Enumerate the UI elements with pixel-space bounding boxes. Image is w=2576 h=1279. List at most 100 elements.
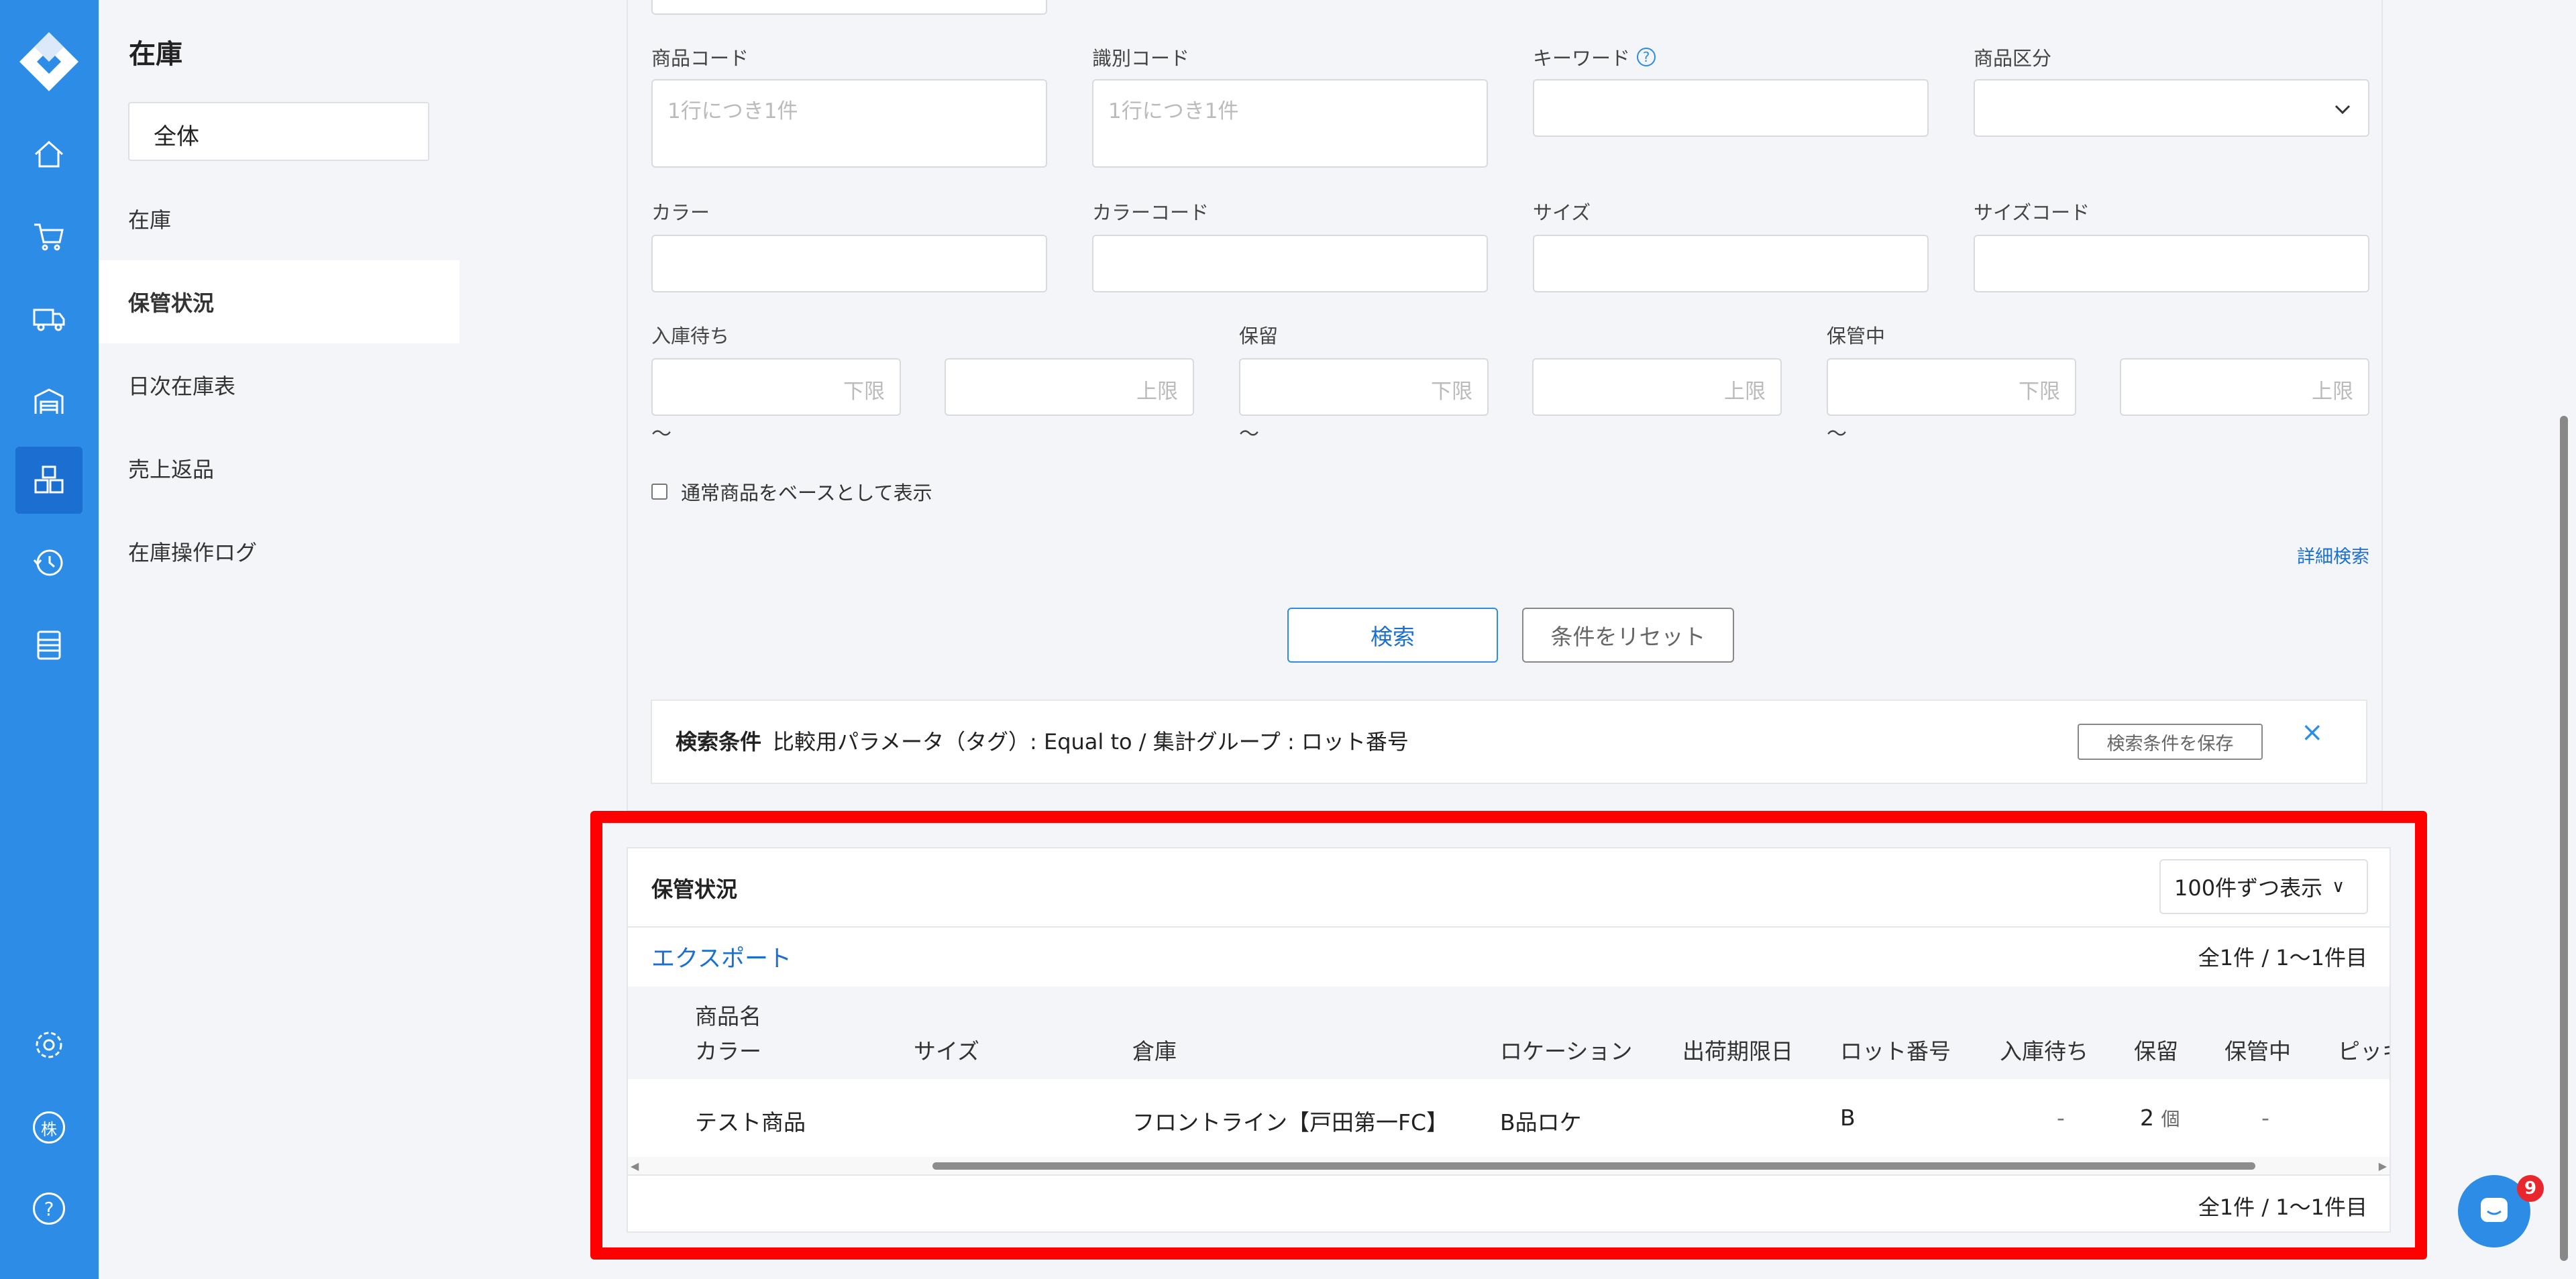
- identifier-code-textarea[interactable]: 1行につき1件: [1092, 79, 1488, 168]
- col-storing[interactable]: 保管中: [2224, 1034, 2291, 1066]
- conditions-title: 検索条件: [676, 729, 762, 755]
- results-panel: 保管状況 100件ずつ表示 ∨ エクスポート 全1件 / 1〜1件目 商品名 カ…: [627, 847, 2391, 1233]
- storing-min-input[interactable]: 下限: [1827, 358, 2076, 416]
- category-label: 商品区分: [1974, 47, 2052, 70]
- category-select[interactable]: [1974, 79, 2369, 137]
- col-size[interactable]: サイズ: [914, 1034, 979, 1066]
- col-color[interactable]: カラー: [695, 1034, 761, 1066]
- sidebar-item-sales-returns[interactable]: 売上返品: [99, 427, 460, 510]
- chat-icon: [2481, 1198, 2508, 1222]
- save-conditions-button[interactable]: 検索条件を保存: [2078, 724, 2263, 760]
- hold-tilde: 〜: [1239, 423, 1259, 446]
- base-product-checkbox-label: 通常商品をベースとして表示: [681, 482, 932, 504]
- hold-label: 保留: [1239, 325, 1279, 347]
- divider: [628, 926, 2390, 928]
- home-icon[interactable]: [15, 121, 83, 188]
- result-count-top: 全1件 / 1〜1件目: [2198, 945, 2367, 970]
- cell-lot-number: B: [1840, 1105, 1856, 1131]
- color-code-input[interactable]: [1092, 235, 1488, 292]
- help-label: ?: [33, 1192, 65, 1225]
- boxes-icon[interactable]: [15, 447, 83, 514]
- result-count-bottom: 全1件 / 1〜1件目: [2198, 1194, 2367, 1220]
- product-code-textarea[interactable]: 1行につき1件: [651, 79, 1047, 168]
- search-panel: 商品コード 1行につき1件 識別コード 1行につき1件 キーワード ? 商品区分…: [627, 0, 2383, 812]
- per-page-select[interactable]: 100件ずつ表示 ∨: [2159, 859, 2368, 914]
- horizontal-scrollbar[interactable]: ◀ ▶: [628, 1157, 2390, 1174]
- cell-location: B品ロケ: [1500, 1109, 1582, 1135]
- col-ship-deadline[interactable]: 出荷期限日: [1682, 1034, 1793, 1066]
- size-code-input[interactable]: [1974, 235, 2369, 292]
- identifier-code-label: 識別コード: [1092, 47, 1190, 70]
- color-code-label: カラーコード: [1092, 201, 1210, 224]
- col-location[interactable]: ロケーション: [1500, 1034, 1632, 1066]
- detail-search-link[interactable]: 詳細検索: [2297, 542, 2369, 568]
- per-page-label: 100件ずつ表示: [2174, 875, 2323, 901]
- icon-rail: 株 ?: [0, 0, 99, 1279]
- cell-storing: -: [2261, 1105, 2269, 1131]
- scope-select[interactable]: 全体: [128, 102, 429, 161]
- export-link[interactable]: エクスポート: [651, 940, 792, 974]
- base-product-checkbox-row[interactable]: 通常商品をベースとして表示: [651, 478, 932, 506]
- sidebar-item-storage-status[interactable]: 保管状況: [99, 260, 460, 343]
- scroll-right-icon[interactable]: ▶: [2379, 1160, 2387, 1172]
- col-awaiting[interactable]: 入庫待ち: [2000, 1034, 2088, 1066]
- table-header: 商品名 カラー サイズ 倉庫 ロケーション 出荷期限日 ロット番号 入庫待ち 保…: [628, 987, 2390, 1079]
- sidebar: 在庫 全体 在庫 保管状況 日次在庫表 売上返品 在庫操作ログ: [99, 0, 460, 1279]
- sidebar-item-operation-log[interactable]: 在庫操作ログ: [99, 510, 460, 593]
- col-picking[interactable]: ピッキ: [2338, 1034, 2390, 1066]
- divider: [628, 1174, 2390, 1176]
- list-icon[interactable]: [15, 612, 83, 679]
- col-lot-number[interactable]: ロット番号: [1840, 1034, 1951, 1066]
- close-icon[interactable]: ×: [2301, 717, 2324, 748]
- conditions-text: 比較用パラメータ（タグ）: Equal to / 集計グループ : ロット番号: [773, 729, 1409, 755]
- cell-hold-unit: 個: [2161, 1108, 2180, 1130]
- cell-product-name: テスト商品: [695, 1109, 806, 1135]
- partial-input[interactable]: [651, 0, 1047, 15]
- size-code-label: サイズコード: [1974, 201, 2090, 224]
- cell-warehouse: フロントライン【戸田第一FC】: [1132, 1109, 1449, 1135]
- size-input[interactable]: [1533, 235, 1929, 292]
- search-conditions-bar: 検索条件 比較用パラメータ（タグ）: Equal to / 集計グループ : ロ…: [651, 700, 2367, 784]
- base-product-checkbox[interactable]: [651, 484, 667, 500]
- chevron-down-icon: [2334, 105, 2351, 115]
- hold-max-input[interactable]: 上限: [1532, 358, 1782, 416]
- sidebar-title: 在庫: [129, 39, 182, 70]
- cell-hold: 2 個: [2140, 1105, 2180, 1131]
- awaiting-min-input[interactable]: 下限: [651, 358, 901, 416]
- table-row[interactable]: テスト商品 フロントライン【戸田第一FC】 B品ロケ B - 2 個 -: [628, 1079, 2390, 1157]
- keyword-input[interactable]: [1533, 79, 1929, 137]
- help-circle-icon[interactable]: ?: [1637, 48, 1656, 66]
- awaiting-max-input[interactable]: 上限: [945, 358, 1194, 416]
- help-icon[interactable]: ?: [15, 1175, 83, 1242]
- results-title: 保管状況: [651, 877, 738, 902]
- search-button[interactable]: 検索: [1287, 608, 1498, 663]
- sidebar-item-daily-stock[interactable]: 日次在庫表: [99, 343, 460, 427]
- keyword-label: キーワード: [1533, 47, 1631, 70]
- reset-button[interactable]: 条件をリセット: [1522, 608, 1734, 663]
- col-hold[interactable]: 保留: [2134, 1034, 2178, 1066]
- cell-awaiting: -: [2057, 1105, 2065, 1131]
- product-code-label: 商品コード: [651, 47, 749, 70]
- history-icon[interactable]: [15, 529, 83, 596]
- scroll-left-icon[interactable]: ◀: [631, 1160, 639, 1172]
- keyword-label-row: キーワード ?: [1533, 43, 1656, 71]
- col-product-name[interactable]: 商品名: [695, 999, 761, 1031]
- sidebar-item-inventory[interactable]: 在庫: [99, 177, 460, 260]
- hold-min-input[interactable]: 下限: [1239, 358, 1489, 416]
- storing-max-input[interactable]: 上限: [2120, 358, 2369, 416]
- cart-icon[interactable]: [15, 203, 83, 270]
- storing-label: 保管中: [1827, 325, 1886, 347]
- page-scrollbar[interactable]: [2560, 416, 2568, 1261]
- awaiting-label: 入庫待ち: [651, 325, 730, 347]
- logo-icon[interactable]: [15, 28, 83, 95]
- chevron-down-icon: ∨: [2332, 877, 2345, 897]
- warehouse-icon[interactable]: [15, 368, 83, 435]
- truck-icon[interactable]: [15, 286, 83, 353]
- company-icon[interactable]: 株: [15, 1094, 83, 1161]
- color-input[interactable]: [651, 235, 1047, 292]
- settings-icon[interactable]: [15, 1011, 83, 1078]
- storing-tilde: 〜: [1827, 423, 1847, 446]
- col-warehouse[interactable]: 倉庫: [1132, 1034, 1177, 1066]
- size-label: サイズ: [1533, 201, 1591, 224]
- scroll-thumb[interactable]: [932, 1162, 2255, 1170]
